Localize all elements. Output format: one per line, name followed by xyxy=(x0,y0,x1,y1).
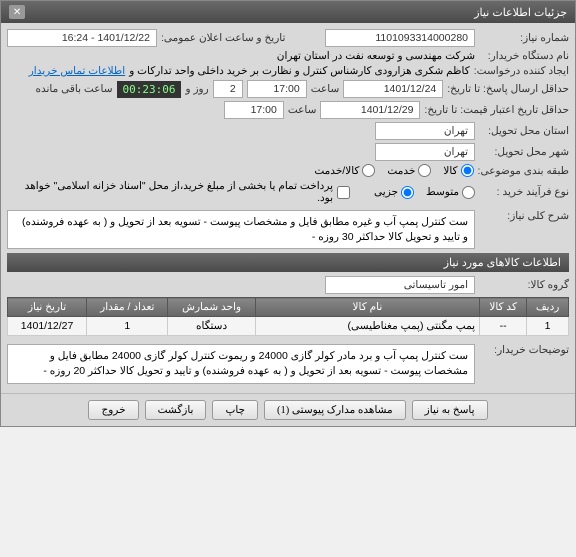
province-label: استان محل تحویل: xyxy=(479,125,569,137)
buyer-org-value: شرکت مهندسی و توسعه نفت در استان تهران xyxy=(277,50,475,62)
th-qty: تعداد / مقدار xyxy=(87,298,168,317)
announce-label: تاریخ و ساعت اعلان عمومی: xyxy=(161,32,285,44)
payment-note-label: پرداخت تمام یا بخشی از مبلغ خرید،از محل … xyxy=(7,180,333,204)
desc-textbox: ست کنترل پمپ آب و غیره مطابق فایل و مشخص… xyxy=(7,210,475,249)
cell-qty: 1 xyxy=(87,317,168,336)
process-radio-group: متوسط جزیی xyxy=(374,186,475,199)
back-button[interactable]: بازگشت xyxy=(145,400,207,420)
province-field: تهران xyxy=(375,122,475,140)
radio-goods-label: کالا xyxy=(443,165,457,177)
radio-small[interactable]: جزیی xyxy=(374,186,414,199)
need-number-label: شماره نیاز: xyxy=(479,32,569,44)
time-label-1: ساعت xyxy=(311,83,340,95)
radio-both-label: کالا/خدمت xyxy=(314,165,359,177)
cell-code: -- xyxy=(480,317,527,336)
group-label: گروه کالا: xyxy=(479,279,569,291)
radio-small-label: جزیی xyxy=(374,186,398,198)
radio-both[interactable]: کالا/خدمت xyxy=(314,164,375,177)
radio-mid-input[interactable] xyxy=(462,186,475,199)
radio-service[interactable]: خدمت xyxy=(387,164,431,177)
th-date: تاریخ نیاز xyxy=(8,298,87,317)
close-icon[interactable]: ✕ xyxy=(9,5,25,19)
attachments-button[interactable]: مشاهده مدارک پیوستی (1) xyxy=(264,400,406,420)
window-title: جزئیات اطلاعات نیاز xyxy=(474,6,567,19)
table-header-row: ردیف کد کالا نام کالا واحد شمارش تعداد /… xyxy=(8,298,569,317)
need-number-field: 1101093314000280 xyxy=(325,29,475,47)
process-label: نوع فرآیند خرید : xyxy=(479,186,569,198)
th-name: نام کالا xyxy=(255,298,479,317)
day-value-field: 2 xyxy=(213,80,243,98)
table-row[interactable]: 1 -- پمپ مگنتی (پمپ مغناطیسی) دستگاه 1 1… xyxy=(8,317,569,336)
radio-both-input[interactable] xyxy=(362,164,375,177)
deadline-time-field: 17:00 xyxy=(247,80,307,98)
button-bar: پاسخ به نیاز مشاهده مدارک پیوستی (1) چاپ… xyxy=(1,393,575,426)
radio-small-input[interactable] xyxy=(401,186,414,199)
desc-label: شرح کلی نیاز: xyxy=(479,210,569,222)
payment-checkbox-input[interactable] xyxy=(337,186,350,199)
buyer-notes-textbox: ست کنترل پمپ آب و برد مادر کولر گازی 240… xyxy=(7,344,475,383)
group-field: امور تاسیساتی xyxy=(325,276,475,294)
form-content: شماره نیاز: 1101093314000280 تاریخ و ساع… xyxy=(1,23,575,393)
radio-goods[interactable]: کالا xyxy=(443,164,473,177)
credit-expiry-date-field: 1401/12/29 xyxy=(320,101,420,119)
cell-unit: دستگاه xyxy=(168,317,255,336)
cell-date: 1401/12/27 xyxy=(8,317,87,336)
respond-button[interactable]: پاسخ به نیاز xyxy=(412,400,488,420)
time-label-2: ساعت xyxy=(288,104,317,116)
city-label: شهر محل تحویل: xyxy=(479,146,569,158)
exit-button[interactable]: خروج xyxy=(88,400,138,420)
goods-table: ردیف کد کالا نام کالا واحد شمارش تعداد /… xyxy=(7,297,569,336)
credit-expiry-label: حداقل تاریخ اعتبار قیمت: تا تاریخ: xyxy=(424,104,569,116)
creator-label: ایجاد کننده درخواست: xyxy=(474,65,569,77)
announce-field: 1401/12/22 - 16:24 xyxy=(7,29,157,47)
countdown-timer: 00:23:06 xyxy=(117,81,182,98)
radio-goods-input[interactable] xyxy=(461,164,474,177)
creator-value: کاظم شکری هزارودی کارشناس کنترل و نظارت … xyxy=(129,65,470,77)
category-label: طبقه بندی موضوعی: xyxy=(478,165,569,177)
radio-mid-label: متوسط xyxy=(426,186,459,198)
day-label: روز و xyxy=(185,83,208,95)
city-field: تهران xyxy=(375,143,475,161)
cell-name: پمپ مگنتی (پمپ مغناطیسی) xyxy=(255,317,479,336)
details-window: جزئیات اطلاعات نیاز ✕ شماره نیاز: 110109… xyxy=(0,0,576,427)
radio-service-input[interactable] xyxy=(418,164,431,177)
th-unit: واحد شمارش xyxy=(168,298,255,317)
print-button[interactable]: چاپ xyxy=(212,400,258,420)
buyer-notes-label: توضیحات خریدار: xyxy=(479,344,569,356)
titlebar: جزئیات اطلاعات نیاز ✕ xyxy=(1,1,575,23)
payment-checkbox[interactable]: پرداخت تمام یا بخشی از مبلغ خرید،از محل … xyxy=(7,180,350,204)
credit-expiry-time-field: 17:00 xyxy=(224,101,284,119)
th-code: کد کالا xyxy=(480,298,527,317)
cell-idx: 1 xyxy=(527,317,569,336)
radio-mid[interactable]: متوسط xyxy=(426,186,475,199)
buyer-org-label: نام دستگاه خریدار: xyxy=(479,50,569,62)
th-idx: ردیف xyxy=(527,298,569,317)
remaining-label: ساعت باقی مانده xyxy=(35,83,112,95)
deadline-label: حداقل ارسال پاسخ: تا تاریخ: xyxy=(447,83,569,95)
category-radio-group: کالا خدمت کالا/خدمت xyxy=(314,164,473,177)
deadline-date-field: 1401/12/24 xyxy=(343,80,443,98)
goods-section-header: اطلاعات کالاهای مورد نیاز xyxy=(7,253,569,272)
radio-service-label: خدمت xyxy=(387,165,415,177)
contact-link[interactable]: اطلاعات تماس خریدار xyxy=(29,65,125,77)
